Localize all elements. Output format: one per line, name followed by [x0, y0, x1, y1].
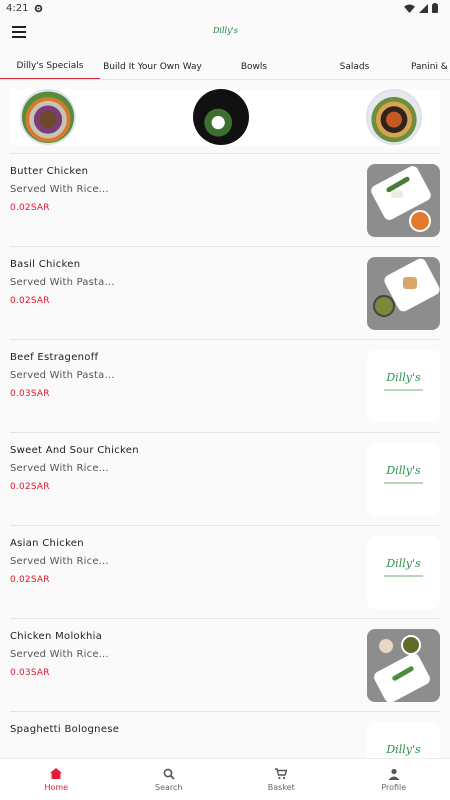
- item-name: Spaghetti Bolognese: [10, 724, 120, 735]
- nav-label: Profile: [381, 782, 407, 792]
- menu-item[interactable]: Chicken Molokhia Served With Rice... 0.0…: [10, 618, 440, 711]
- item-description: Served With Pasta...: [10, 370, 115, 381]
- settings-icon: [35, 4, 43, 12]
- item-name: Sweet And Sour Chicken: [10, 445, 139, 456]
- bottom-navigation: Home Search Basket Profile: [0, 758, 450, 800]
- item-price: 0.02SAR: [10, 296, 50, 306]
- tab-build-it-your-own-way[interactable]: Build It Your Own Way: [100, 54, 205, 79]
- search-icon: [163, 768, 175, 780]
- signal-icon: [419, 3, 428, 13]
- item-price: 0.02SAR: [10, 482, 50, 492]
- brand-logo-image: Dilly's: [386, 743, 421, 756]
- tab-dillys-specials[interactable]: Dilly's Specials: [0, 54, 100, 79]
- hamburger-menu-icon[interactable]: [12, 26, 26, 38]
- item-photo: [367, 164, 440, 237]
- nav-label: Basket: [267, 782, 295, 792]
- wifi-icon: [404, 3, 415, 13]
- item-description: Served With Rice...: [10, 649, 109, 660]
- cart-icon: [275, 767, 288, 780]
- item-description: Served With Rice...: [10, 184, 109, 195]
- item-photo: [367, 629, 440, 702]
- item-price: 0.02SAR: [10, 575, 50, 585]
- menu-item[interactable]: Basil Chicken Served With Pasta... 0.02S…: [10, 246, 440, 339]
- item-photo: [367, 257, 440, 330]
- status-bar: 4:21: [0, 0, 450, 16]
- menu-list: Butter Chicken Served With Rice... 0.02S…: [10, 153, 440, 800]
- brand-logo-image: Dilly's: [386, 464, 421, 477]
- item-price: 0.03SAR: [10, 389, 50, 399]
- item-price: 0.02SAR: [10, 203, 50, 213]
- item-name: Beef Estragenoff: [10, 352, 99, 363]
- banner-dish-image: [193, 89, 249, 145]
- nav-label: Home: [44, 782, 69, 792]
- nav-basket[interactable]: Basket: [225, 759, 338, 800]
- brand-logo-image: Dilly's: [386, 371, 421, 384]
- nav-label: Search: [155, 782, 183, 792]
- tab-panini[interactable]: Panini & B: [406, 54, 450, 79]
- tab-salads[interactable]: Salads: [303, 54, 406, 79]
- brand-logo-image: Dilly's: [386, 557, 421, 570]
- item-description: Served With Rice...: [10, 556, 109, 567]
- nav-profile[interactable]: Profile: [338, 759, 450, 800]
- app-bar: Dilly's: [0, 16, 450, 52]
- banner-dish-image: [20, 89, 76, 145]
- promo-banner[interactable]: [10, 89, 440, 145]
- item-price: 0.03SAR: [10, 668, 50, 678]
- status-time: 4:21: [6, 2, 29, 14]
- tab-bowls[interactable]: Bowls: [205, 54, 303, 79]
- item-description: Served With Pasta...: [10, 277, 115, 288]
- item-name: Asian Chicken: [10, 538, 84, 549]
- item-description: Served With Rice...: [10, 463, 109, 474]
- category-tabs: Dilly's Specials Build It Your Own Way B…: [0, 54, 450, 80]
- nav-home[interactable]: Home: [0, 759, 113, 800]
- home-icon: [50, 768, 63, 780]
- item-name: Basil Chicken: [10, 259, 81, 270]
- item-name: Chicken Molokhia: [10, 631, 103, 642]
- item-logo-placeholder: Dilly's: [367, 350, 440, 423]
- person-icon: [388, 768, 400, 780]
- item-logo-placeholder: Dilly's: [367, 536, 440, 609]
- battery-icon: [432, 3, 438, 13]
- nav-search[interactable]: Search: [113, 759, 226, 800]
- banner-dish-image: [366, 89, 422, 145]
- menu-item[interactable]: Asian Chicken Served With Rice... 0.02SA…: [10, 525, 440, 618]
- menu-item[interactable]: Butter Chicken Served With Rice... 0.02S…: [10, 153, 440, 246]
- item-logo-placeholder: Dilly's: [367, 443, 440, 516]
- brand-logo: Dilly's: [213, 26, 238, 35]
- menu-item[interactable]: Beef Estragenoff Served With Pasta... 0.…: [10, 339, 440, 432]
- menu-item[interactable]: Sweet And Sour Chicken Served With Rice.…: [10, 432, 440, 525]
- item-name: Butter Chicken: [10, 166, 89, 177]
